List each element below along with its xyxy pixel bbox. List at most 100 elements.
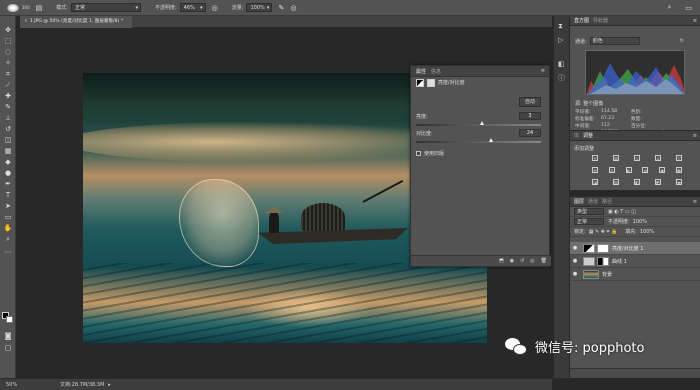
vibrance-icon[interactable]: ▽	[676, 155, 682, 161]
type-tool-icon[interactable]: T	[3, 191, 13, 199]
dodge-tool-icon[interactable]: ●	[3, 169, 13, 177]
layer-name[interactable]: 亮度/对比度 1	[612, 245, 643, 252]
contrast-slider[interactable]	[416, 138, 541, 143]
lasso-tool-icon[interactable]: ◌	[3, 48, 13, 56]
posterize-icon[interactable]: ▨	[613, 179, 619, 185]
visibility-icon[interactable]: ◎	[530, 258, 534, 264]
crop-tool-icon[interactable]: ⌗	[3, 70, 13, 78]
layer-mask-thumbnail[interactable]	[597, 243, 609, 253]
status-arrow-icon[interactable]: ▸	[108, 382, 111, 388]
layers-menu-icon[interactable]: ≡	[693, 199, 697, 205]
brush-tool-icon[interactable]: ✎	[3, 103, 13, 111]
brightness-input[interactable]: 3	[519, 112, 541, 120]
tab-paths[interactable]: 路径	[602, 198, 612, 205]
search-icon[interactable]: ⌕	[667, 3, 671, 12]
levels-icon[interactable]: ▥	[613, 155, 619, 161]
channel-select[interactable]: 颜色	[589, 37, 640, 45]
tab-properties[interactable]: 属性	[416, 68, 426, 75]
background-color-swatch[interactable]	[6, 316, 13, 323]
flow-input[interactable]: 100%	[246, 3, 273, 12]
more-tools-icon[interactable]: ⋯	[3, 248, 13, 256]
filter-icons[interactable]: ▣ ◐ T ▭ ◫	[608, 209, 636, 215]
tab-histogram[interactable]: 直方图	[574, 17, 589, 24]
zoom-level[interactable]: 50%	[6, 382, 32, 388]
layer-row[interactable]: ● 亮度/对比度 1	[570, 242, 700, 255]
fill-field[interactable]: 100%	[640, 229, 654, 235]
auto-button[interactable]: 自动	[519, 97, 541, 107]
exposure-icon[interactable]: ±	[655, 155, 661, 161]
refresh-icon[interactable]: ↻	[680, 38, 684, 44]
gradient-tool-icon[interactable]: ▦	[3, 147, 13, 155]
selective-color-icon[interactable]: ◩	[655, 179, 661, 185]
layer-row[interactable]: ● 背景	[570, 268, 700, 281]
shape-tool-icon[interactable]: ▭	[3, 213, 13, 221]
pen-tool-icon[interactable]: ✒	[3, 180, 13, 188]
brightness-icon[interactable]: ☀	[592, 155, 598, 161]
pressure-opacity-icon[interactable]: ◎	[212, 4, 218, 12]
visibility-eye-icon[interactable]: ●	[570, 258, 580, 264]
eyedropper-tool-icon[interactable]: ⟋	[3, 81, 13, 89]
tab-adjustments[interactable]: 调整	[583, 132, 593, 139]
panel-menu-icon[interactable]: ≡	[541, 68, 545, 74]
mode-select[interactable]: 正常	[70, 3, 141, 12]
tab-navigator[interactable]: 导航器	[593, 17, 608, 24]
histogram-menu-icon[interactable]: ≡	[693, 18, 697, 24]
airbrush-icon[interactable]: ✎	[278, 4, 284, 12]
black-white-icon[interactable]: ◐	[625, 167, 632, 173]
history-icon[interactable]: ⧗	[558, 22, 566, 30]
tab-libraries[interactable]: 库	[574, 132, 579, 139]
hand-tool-icon[interactable]: ✋	[3, 224, 13, 232]
brightness-slider-thumb[interactable]	[479, 121, 484, 125]
quick-select-tool-icon[interactable]: ✧	[3, 59, 13, 67]
adjustments-menu-icon[interactable]: ≡	[693, 133, 697, 139]
blend-mode-select[interactable]: 正常	[574, 218, 604, 225]
history-brush-tool-icon[interactable]: ↺	[3, 125, 13, 133]
screen-mode-icon[interactable]: ▢	[3, 344, 13, 352]
pressure-size-icon[interactable]: ◎	[290, 4, 296, 12]
clip-to-layer-icon[interactable]: ⬒	[499, 258, 504, 264]
visibility-eye-icon[interactable]: ●	[570, 245, 580, 251]
tab-info[interactable]: 信息	[431, 68, 441, 75]
opacity-input[interactable]: 46%	[179, 3, 206, 12]
opacity-field[interactable]: 100%	[633, 219, 647, 225]
quick-mask-icon[interactable]: ◙	[3, 332, 13, 340]
delete-icon[interactable]: 🗑	[541, 258, 547, 264]
brush-preset-icon[interactable]	[6, 2, 20, 13]
layer-mask-icon[interactable]	[427, 78, 435, 87]
marquee-tool-icon[interactable]: ⬚	[3, 37, 13, 45]
tab-layers[interactable]: 图层	[574, 198, 584, 205]
visibility-eye-icon[interactable]: ●	[570, 271, 580, 277]
tab-channels[interactable]: 通道	[588, 198, 598, 205]
contrast-input[interactable]: 24	[519, 129, 541, 137]
move-tool-icon[interactable]: ✥	[3, 26, 13, 34]
reset-icon[interactable]: ↺	[520, 258, 524, 264]
actions-icon[interactable]: ▷	[558, 36, 566, 44]
threshold-icon[interactable]: ◧	[634, 179, 640, 185]
clone-stamp-tool-icon[interactable]: ⊥	[3, 114, 13, 122]
channel-mixer-icon[interactable]: ◉	[659, 167, 666, 173]
path-select-tool-icon[interactable]: ➤	[3, 202, 13, 210]
legacy-checkbox[interactable]	[416, 151, 421, 156]
contrast-slider-thumb[interactable]	[488, 138, 493, 142]
eraser-tool-icon[interactable]: ◫	[3, 136, 13, 144]
properties-icon[interactable]: ◧	[558, 60, 566, 68]
layer-name[interactable]: 背景	[602, 271, 612, 278]
invert-icon[interactable]: ◪	[592, 179, 598, 185]
color-balance-icon[interactable]: ⚖	[608, 167, 615, 173]
color-lookup-icon[interactable]: ▦	[675, 167, 682, 173]
blur-tool-icon[interactable]: ◆	[3, 158, 13, 166]
layer-mask-thumbnail[interactable]	[597, 256, 609, 266]
legacy-checkbox-row[interactable]: 使用旧版	[416, 150, 444, 157]
zoom-tool-icon[interactable]: ⌕	[3, 235, 13, 243]
hue-saturation-icon[interactable]: ≋	[592, 167, 598, 173]
workspace-icon[interactable]: ▭	[685, 4, 692, 12]
lock-icons[interactable]: ▦ ✎ ✥ ⌗ 🔒	[589, 229, 618, 235]
close-icon[interactable]: ×	[24, 19, 28, 24]
curves-icon[interactable]: ∿	[634, 155, 640, 161]
source-select[interactable]: 整个图像	[583, 101, 603, 107]
layer-name[interactable]: 曲线 1	[612, 258, 627, 265]
photo-filter-icon[interactable]: ◍	[642, 167, 649, 173]
healing-tool-icon[interactable]: ✚	[3, 92, 13, 100]
view-previous-icon[interactable]: ◉	[510, 258, 514, 264]
gradient-map-icon[interactable]: ▬	[676, 179, 682, 185]
